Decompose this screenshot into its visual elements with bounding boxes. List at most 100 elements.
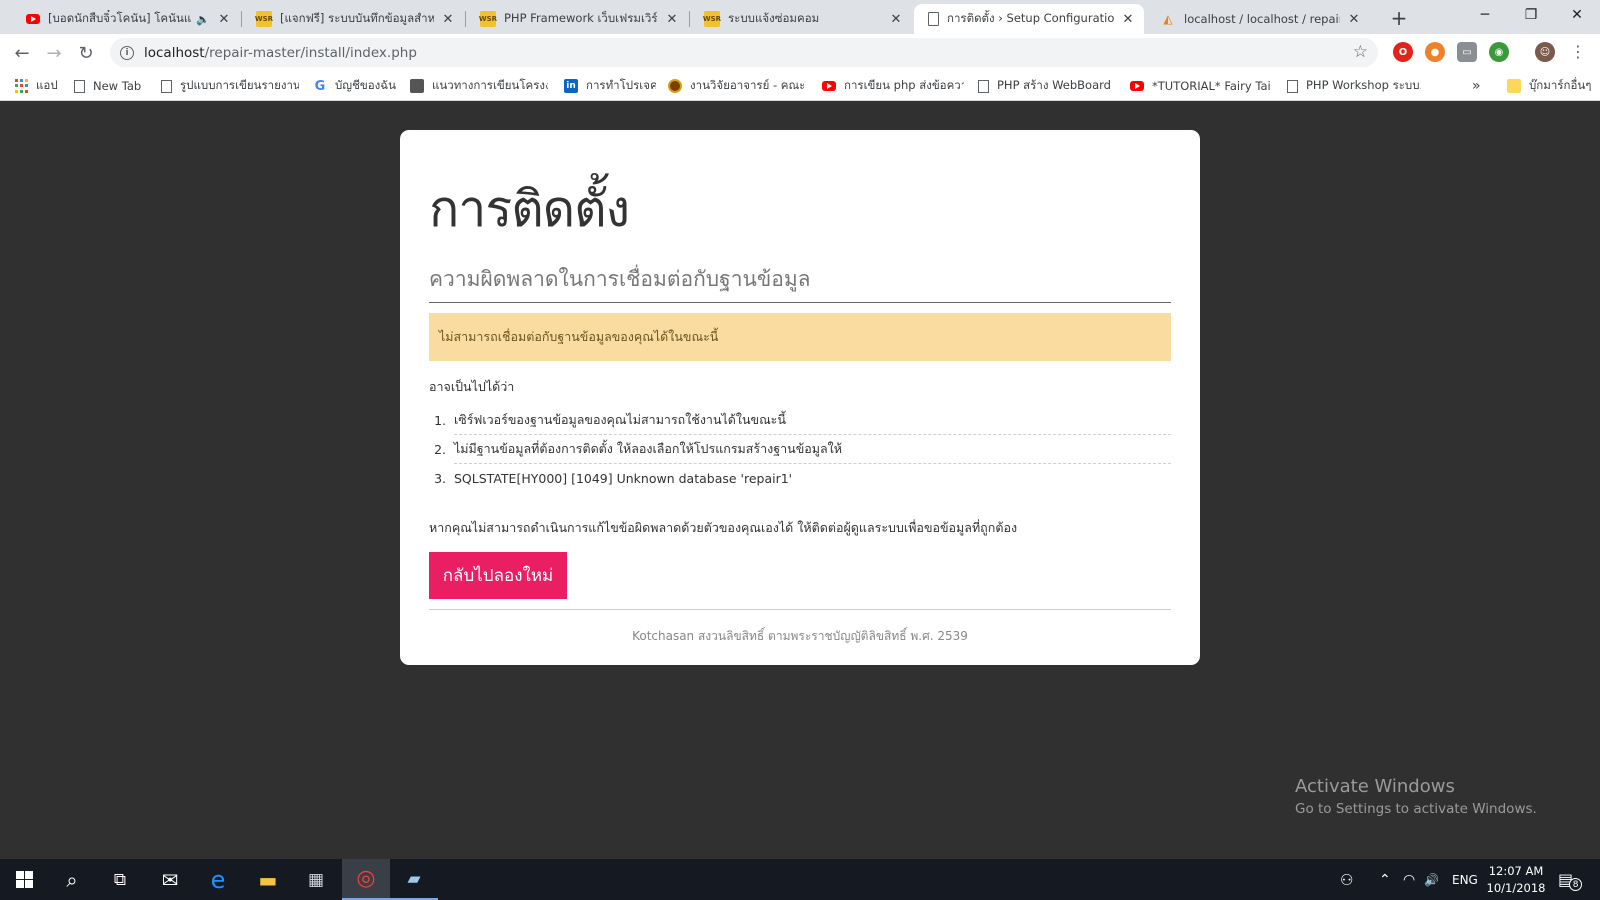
browser-tab-3[interactable]: WSR PHP Framework เว็บเฟรมเวิร์ค โค... ✕ [466, 4, 688, 34]
possible-causes-list: 1. เซิร์ฟเวอร์ของฐานข้อมูลของคุณไม่สามาร… [429, 406, 1171, 493]
edge-icon[interactable]: e [194, 859, 242, 900]
reload-button[interactable]: ↻ [72, 39, 100, 67]
list-item: 1. เซิร์ฟเวอร์ของฐานข้อมูลของคุณไม่สามาร… [429, 406, 1171, 435]
bookmark-label: งานวิจัยอาจารย์ - คณะวิ... [690, 78, 804, 92]
browser-tab-6[interactable]: ◭ localhost / localhost / repair | p... … [1146, 4, 1370, 34]
tab-title: [แจกฟรี] ระบบบันทึกข้อมูลสำหรับร้าน... [280, 11, 434, 25]
bookmark-item[interactable]: PHP Workshop ระบบ... [1287, 71, 1421, 101]
chat-icon[interactable]: ▭ [1457, 42, 1477, 62]
windows-logo-icon [15, 871, 33, 888]
volume-icon[interactable]: 🔊 [1424, 859, 1439, 900]
new-tab-button[interactable]: + [1387, 6, 1411, 30]
browser-tab-4[interactable]: WSR ระบบแจ้งซ่อมคอม ✕ [690, 4, 912, 34]
tab-title: localhost / localhost / repair | p... [1184, 12, 1340, 26]
bookmarks-overflow-button[interactable]: » [1472, 71, 1486, 101]
browser-tab-5-active[interactable]: การติดตั้ง › Setup Configuration ✕ [914, 4, 1144, 34]
footer-divider [429, 609, 1171, 610]
site-info-icon[interactable]: i [120, 45, 134, 60]
list-number: 1. [434, 413, 446, 428]
bookmark-label: บัญชีของฉัน [335, 78, 396, 92]
close-window-button[interactable]: ✕ [1554, 0, 1600, 30]
bookmarks-bar: แอป New Tab รูปแบบการเขียนรายงาน... G บั… [0, 71, 1600, 101]
url-path: /repair-master/install/index.php [204, 44, 417, 61]
linkedin-icon: in [564, 79, 578, 93]
browser-tab-2[interactable]: WSR [แจกฟรี] ระบบบันทึกข้อมูลสำหรับร้าน.… [242, 4, 464, 34]
close-tab-icon[interactable]: ✕ [888, 11, 904, 27]
opera-icon[interactable]: O [1393, 42, 1413, 62]
minimize-button[interactable]: ─ [1462, 0, 1508, 30]
page-icon [161, 79, 172, 93]
clock-time: 12:07 AM [1488, 864, 1544, 878]
close-tab-icon[interactable]: ✕ [440, 11, 456, 27]
bookmark-apps[interactable]: แอป [14, 71, 64, 101]
bookmark-label: PHP สร้าง WebBoard ... [997, 78, 1112, 92]
speaker-icon[interactable]: 🔈 [196, 13, 210, 26]
bookmark-item[interactable]: PHP สร้าง WebBoard ... [978, 71, 1112, 101]
list-text: เซิร์ฟเวอร์ของฐานข้อมูลของคุณไม่สามารถใช… [454, 406, 1171, 435]
tab-title: PHP Framework เว็บเฟรมเวิร์ค โค... [504, 11, 658, 25]
chrome-icon[interactable]: ◎ [342, 859, 390, 900]
wsr-icon: WSR [255, 11, 273, 27]
notification-count: 8 [1569, 878, 1583, 891]
bookmark-item[interactable]: งานวิจัยอาจารย์ - คณะวิ... [668, 71, 804, 101]
phpmyadmin-icon: ◭ [1163, 12, 1173, 26]
clock[interactable]: 12:07 AM 10/1/2018 [1484, 863, 1548, 897]
list-text: SQLSTATE[HY000] [1049] Unknown database … [454, 471, 793, 486]
youtube-icon [822, 81, 836, 91]
folder-icon [1507, 79, 1521, 93]
tab-title: ระบบแจ้งซ่อมคอม [728, 11, 820, 25]
globe-icon[interactable]: ◉ [1489, 42, 1509, 62]
retry-button[interactable]: กลับไปลองใหม่ [429, 552, 567, 599]
browser-menu-icon[interactable]: ⋮ [1570, 42, 1586, 61]
bookmark-item[interactable]: แนวทางการเขียนโครงงาน... [410, 71, 548, 101]
list-item: 2. ไม่มีฐานข้อมูลที่ต้องการติดตั้ง ให้ลอ… [429, 435, 1171, 464]
notepad-icon[interactable]: ▰ [390, 859, 438, 900]
close-tab-icon[interactable]: ✕ [664, 11, 680, 27]
maximize-button[interactable]: ❐ [1508, 0, 1554, 30]
back-button[interactable]: ← [8, 39, 36, 67]
task-view-icon[interactable]: ⧉ [96, 859, 144, 900]
google-icon: G [314, 78, 326, 94]
bookmark-item[interactable]: การเขียน php ส่งข้อควา... [822, 71, 964, 101]
bookmark-item[interactable]: G บัญชีของฉัน [313, 71, 401, 101]
bookmark-item[interactable]: New Tab [74, 71, 150, 101]
bookmark-item[interactable]: รูปแบบการเขียนรายงาน... [161, 71, 299, 101]
watermark-title: Activate Windows [1295, 776, 1455, 797]
page-icon [74, 79, 85, 93]
bookmark-star-icon[interactable]: ☆ [1353, 42, 1368, 62]
store-icon[interactable]: ▦ [292, 859, 340, 900]
bookmark-item[interactable]: *TUTORIAL* Fairy Tail... [1130, 71, 1270, 101]
apps-icon [14, 79, 28, 93]
language-indicator[interactable]: ENG [1452, 859, 1478, 900]
close-tab-icon[interactable]: ✕ [1346, 11, 1362, 27]
page-icon [928, 12, 939, 26]
wsr-icon: WSR [703, 11, 721, 27]
help-text: หากคุณไม่สามารถดำเนินการแก้ไขข้อผิดพลาดด… [429, 520, 1018, 535]
footer-copyright: Kotchasan สงวนลิขสิทธิ์ ตามพระราชบัญญัติ… [632, 629, 968, 643]
other-bookmarks-folder[interactable]: บุ๊กมาร์กอื่นๆ [1507, 71, 1599, 101]
address-bar[interactable]: i localhost/repair-master/install/index.… [110, 38, 1378, 67]
browser-tab-1[interactable]: [บอดนักสืบจิ๋วโคนัน] โคนันและ... 🔈 ✕ [12, 4, 240, 34]
notification-center-icon[interactable]: ▤ 8 [1558, 859, 1583, 900]
mail-icon[interactable]: ✉ [146, 859, 194, 900]
tab-title: [บอดนักสืบจิ๋วโคนัน] โคนันและ... [48, 11, 192, 25]
close-tab-icon[interactable]: ✕ [1120, 11, 1136, 27]
url-host: localhost [144, 44, 205, 61]
bookmark-item[interactable]: in การทำโปรเจค [564, 71, 656, 101]
start-button[interactable] [0, 859, 48, 900]
close-tab-icon[interactable]: ✕ [216, 11, 232, 27]
windows-taskbar: ⌕ ⧉ ✉ e ▬ ▦ ◎ ▰ ⚇ ⌃ ◠ 🔊 ENG 12:07 AM 10/… [0, 859, 1600, 900]
bookmark-label: New Tab [93, 79, 142, 93]
wifi-icon[interactable]: ◠ [1403, 859, 1415, 900]
watermark-subtitle: Go to Settings to activate Windows. [1295, 801, 1537, 817]
bookmark-label: การทำโปรเจค [586, 78, 656, 92]
forward-button[interactable]: → [40, 39, 68, 67]
search-icon[interactable]: ⌕ [48, 859, 96, 900]
profile-avatar-icon[interactable]: ☺ [1535, 42, 1555, 62]
people-icon[interactable]: ⚇ [1340, 859, 1353, 900]
file-explorer-icon[interactable]: ▬ [244, 859, 292, 900]
chevron-up-icon[interactable]: ⌃ [1379, 859, 1391, 900]
page-icon [1287, 79, 1298, 93]
basketball-icon[interactable]: ● [1425, 42, 1445, 62]
list-number: 2. [434, 442, 446, 457]
